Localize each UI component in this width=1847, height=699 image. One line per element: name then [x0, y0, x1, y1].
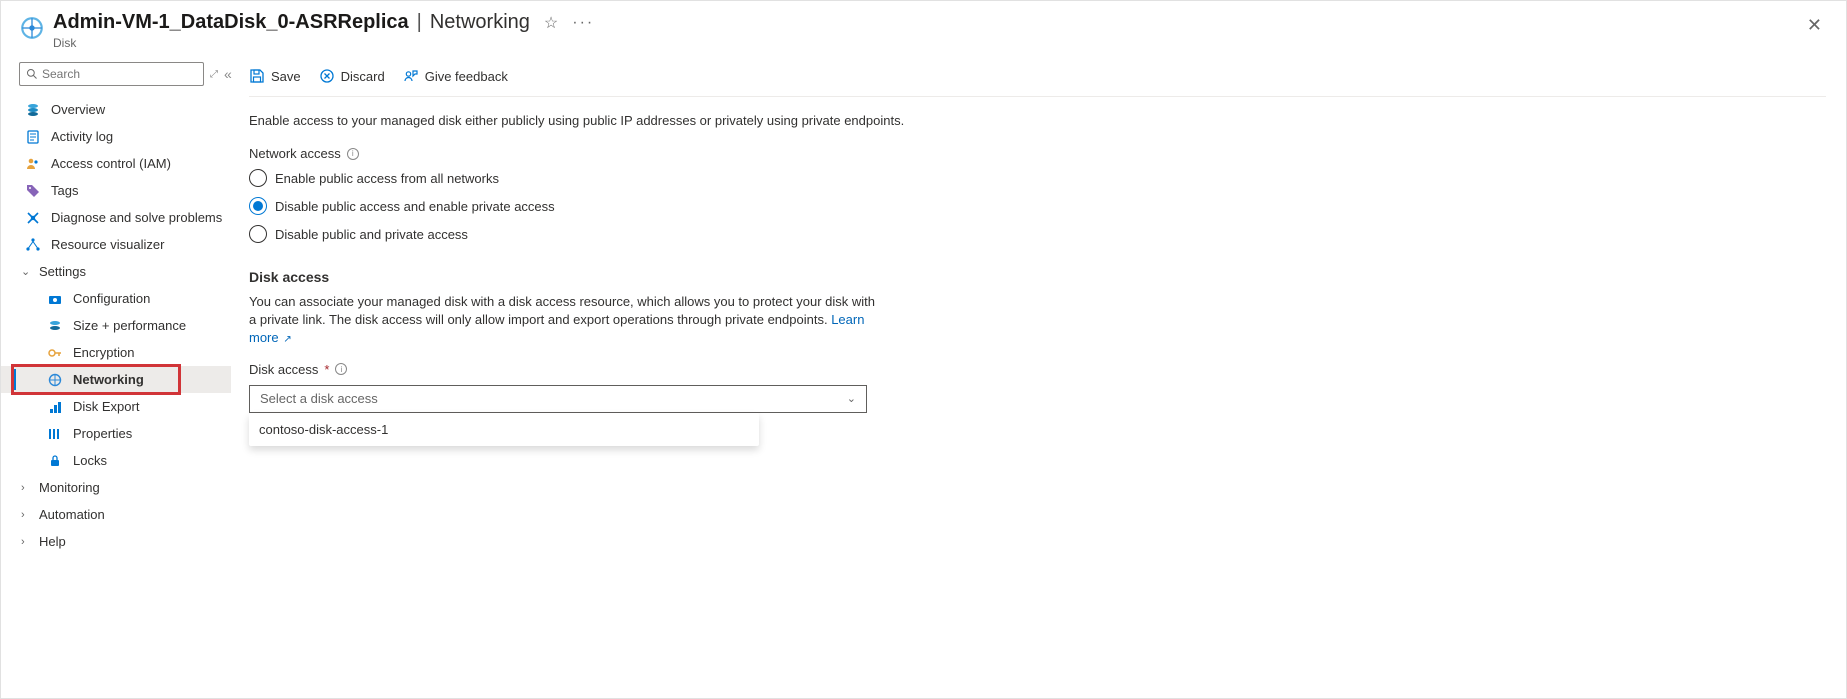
select-placeholder: Select a disk access — [260, 391, 378, 406]
chevron-right-icon: › — [21, 482, 33, 494]
nav-configuration[interactable]: Configuration — [1, 285, 231, 312]
resource-type-label: Disk — [53, 36, 1799, 50]
info-icon[interactable]: i — [347, 148, 359, 160]
nav-properties[interactable]: Properties — [1, 420, 231, 447]
nav-disk-export[interactable]: Disk Export — [1, 393, 231, 420]
select-option[interactable]: contoso-disk-access-1 — [249, 413, 759, 446]
disk-resource-icon — [19, 15, 45, 41]
disk-access-dropdown: contoso-disk-access-1 — [249, 413, 759, 446]
sidebar-search-input[interactable] — [42, 67, 197, 81]
key-icon — [47, 345, 63, 361]
radio-circle-icon — [249, 225, 267, 243]
chevron-down-icon: ⌄ — [847, 392, 856, 405]
radio-circle-icon — [249, 169, 267, 187]
command-bar: Save Discard Give feedback — [249, 58, 1826, 97]
more-actions-icon[interactable]: ··· — [572, 14, 594, 32]
nav-access-control[interactable]: Access control (IAM) — [1, 150, 231, 177]
radio-disable-all[interactable]: Disable public and private access — [249, 225, 1826, 243]
nav-locks[interactable]: Locks — [1, 447, 231, 474]
nav-size-performance[interactable]: Size + performance — [1, 312, 231, 339]
close-icon[interactable]: ✕ — [1799, 11, 1830, 40]
info-icon[interactable]: i — [335, 363, 347, 375]
disk-access-title: Disk access — [249, 269, 1826, 285]
nav-encryption[interactable]: Encryption — [1, 339, 231, 366]
disk-stack-icon — [47, 318, 63, 334]
nav-group-settings[interactable]: ⌄ Settings — [1, 258, 231, 285]
discard-icon — [319, 68, 335, 84]
search-icon — [26, 68, 38, 80]
disk-access-select[interactable]: Select a disk access ⌄ — [249, 385, 867, 413]
disk-access-description: You can associate your managed disk with… — [249, 293, 879, 348]
nav-group-help[interactable]: › Help — [1, 528, 231, 555]
network-access-label: Network access i — [249, 146, 1826, 161]
nav-overview[interactable]: Overview — [1, 96, 231, 123]
radio-circle-icon — [249, 197, 267, 215]
tag-icon — [25, 183, 41, 199]
expand-icon[interactable]: ⤢ — [210, 69, 218, 80]
intro-text: Enable access to your managed disk eithe… — [249, 97, 1826, 146]
favorite-star-icon[interactable]: ☆ — [544, 13, 558, 33]
nav-group-monitoring[interactable]: › Monitoring — [1, 474, 231, 501]
sidebar: ⤢ « Overview Activity log Access control… — [1, 58, 231, 698]
network-access-radio-group: Enable public access from all networks D… — [249, 169, 1826, 243]
nav-activity-log[interactable]: Activity log — [1, 123, 231, 150]
resource-name: Admin-VM-1_DataDisk_0-ASRReplica — [53, 11, 409, 34]
gear-box-icon — [47, 291, 63, 307]
diagnose-icon — [25, 210, 41, 226]
required-asterisk: * — [324, 362, 329, 377]
save-button[interactable]: Save — [249, 68, 301, 84]
feedback-icon — [403, 68, 419, 84]
blade-name: Networking — [430, 11, 530, 34]
radio-disable-public-enable-private[interactable]: Disable public access and enable private… — [249, 197, 1826, 215]
log-icon — [25, 129, 41, 145]
properties-icon — [47, 426, 63, 442]
lock-icon — [47, 453, 63, 469]
nav-tags[interactable]: Tags — [1, 177, 231, 204]
nav-diagnose[interactable]: Diagnose and solve problems — [1, 204, 231, 231]
chevron-down-icon: ⌄ — [21, 265, 33, 278]
main-content: Save Discard Give feedback Enable access… — [231, 58, 1846, 698]
export-icon — [47, 399, 63, 415]
visualizer-icon — [25, 237, 41, 253]
disk-access-field-label: Disk access * i — [249, 362, 1826, 377]
chevron-right-icon: › — [21, 509, 33, 521]
feedback-button[interactable]: Give feedback — [403, 68, 508, 84]
title-separator: | — [417, 11, 422, 34]
nav-networking[interactable]: Networking — [1, 366, 231, 393]
nav-group-automation[interactable]: › Automation — [1, 501, 231, 528]
external-link-icon: ↗ — [281, 334, 292, 345]
discard-button[interactable]: Discard — [319, 68, 385, 84]
chevron-right-icon: › — [21, 536, 33, 548]
radio-enable-public[interactable]: Enable public access from all networks — [249, 169, 1826, 187]
nav-resource-visualizer[interactable]: Resource visualizer — [1, 231, 231, 258]
network-icon — [47, 372, 63, 388]
access-icon — [25, 156, 41, 172]
disk-stack-icon — [25, 102, 41, 118]
save-icon — [249, 68, 265, 84]
sidebar-search-box[interactable] — [19, 62, 204, 86]
